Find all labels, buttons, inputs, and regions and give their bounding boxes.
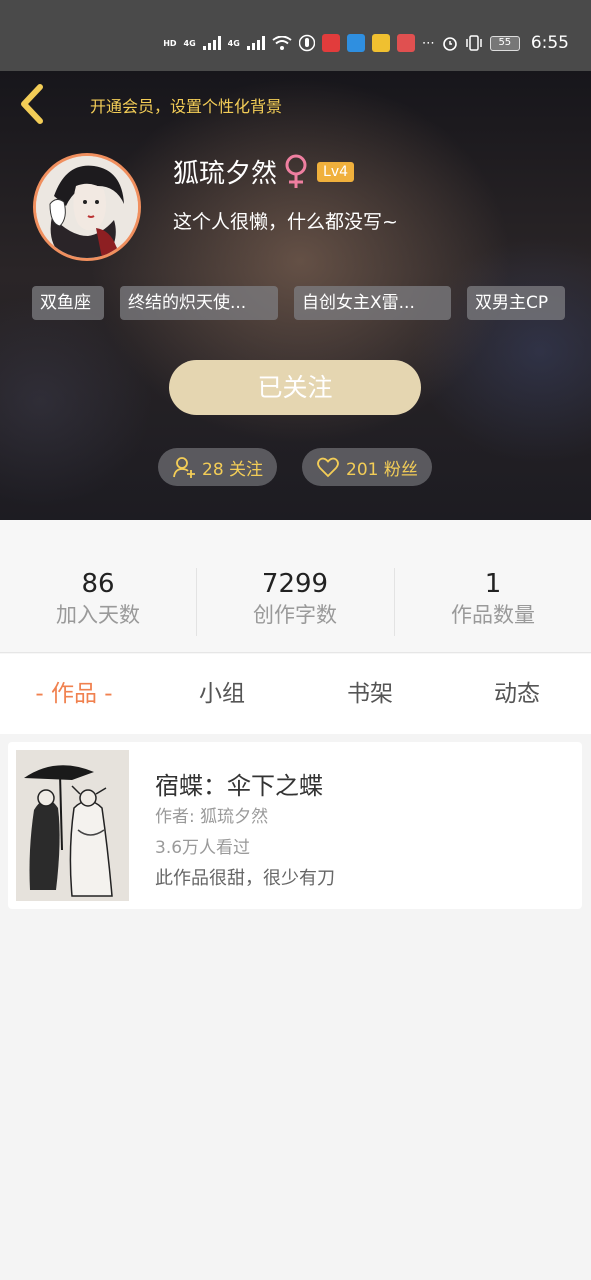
avatar[interactable]: [33, 153, 141, 261]
following-pill[interactable]: 28 关注: [158, 448, 278, 486]
vibrate-icon: [466, 35, 482, 51]
stat-word-count: 7299 创作字数: [197, 568, 393, 630]
tab-groups[interactable]: 小组: [148, 654, 296, 734]
network-4g-label: 4G: [183, 38, 196, 48]
stat-join-days: 86 加入天数: [0, 568, 196, 630]
tag-item[interactable]: 双男主CP: [467, 286, 565, 320]
follow-button[interactable]: 已关注: [169, 360, 421, 415]
stat-label: 创作字数: [253, 603, 337, 627]
heart-icon: [317, 457, 339, 478]
vip-background-link[interactable]: 开通会员，设置个性化背景: [90, 93, 282, 117]
work-views: 3.6万人看过: [155, 838, 251, 858]
cover-illustration: [16, 750, 129, 901]
level-badge: Lv4: [317, 161, 355, 182]
tab-bar: - 作品 - 小组 书架 动态: [0, 654, 591, 734]
fm-app-icon: [321, 34, 340, 52]
username: 狐琉夕然: [173, 159, 278, 189]
stats-row: 86 加入天数 7299 创作字数 1 作品数量: [0, 520, 591, 653]
status-icons: HD 4G 4G ⋯ 55 6:55: [163, 30, 569, 56]
female-icon: [285, 154, 307, 188]
more-icon: ⋯: [421, 35, 435, 51]
network-4g-label-2: 4G: [227, 38, 240, 48]
work-card[interactable]: 宿蝶：伞下之蝶 作者: 狐琉夕然 3.6万人看过 此作品很甜，很少有刀: [8, 742, 582, 909]
app-icon-red: [396, 34, 415, 52]
stat-value: 7299: [261, 569, 329, 599]
hd-icon: HD: [163, 38, 177, 48]
app-icon-yellow: [371, 34, 390, 52]
work-author: 作者: 狐琉夕然: [155, 807, 269, 827]
tag-item[interactable]: 自创女主X雷...: [294, 286, 451, 320]
stat-label: 加入天数: [56, 603, 140, 627]
stat-label: 作品数量: [451, 603, 535, 627]
bio-text: 这个人很懒，什么都没写~: [173, 211, 398, 233]
tab-works[interactable]: - 作品 -: [0, 654, 148, 734]
back-arrow-icon[interactable]: [14, 83, 48, 125]
tag-item[interactable]: 双鱼座: [32, 286, 104, 320]
signal-icon-2: [246, 36, 265, 50]
work-description: 此作品很甜，很少有刀: [155, 868, 335, 889]
app-icon-blue: [346, 34, 365, 52]
avatar-illustration: [36, 156, 138, 258]
tab-activity[interactable]: 动态: [443, 654, 591, 734]
stat-value: 86: [81, 569, 115, 599]
hand-icon: [298, 34, 315, 52]
stat-work-count: 1 作品数量: [395, 568, 591, 630]
fans-pill[interactable]: 201 粉丝: [302, 448, 432, 486]
battery-icon: 55: [489, 35, 520, 51]
signal-icon: [202, 36, 221, 50]
stat-value: 1: [484, 569, 502, 599]
username-row: 狐琉夕然 Lv4: [173, 153, 355, 190]
status-bar: HD 4G 4G ⋯ 55 6:55: [0, 0, 591, 71]
fans-count: 201 粉丝: [346, 459, 418, 480]
tag-list: 双鱼座 终结的炽天使... 自创女主X雷... 双男主CP: [0, 286, 591, 320]
user-add-icon: [173, 457, 195, 478]
work-title: 宿蝶：伞下之蝶: [155, 772, 323, 800]
profile-header: 开通会员，设置个性化背景 狐琉夕然 Lv4 这个人很懒，什么都没写~ 双鱼座 终…: [0, 71, 591, 520]
clock: 6:55: [530, 33, 569, 53]
alarm-icon: [443, 37, 457, 51]
wifi-icon: [272, 36, 292, 50]
tab-bookshelf[interactable]: 书架: [296, 654, 444, 734]
following-count: 28 关注: [202, 459, 264, 480]
work-cover-image: [16, 750, 129, 901]
tag-item[interactable]: 终结的炽天使...: [120, 286, 278, 320]
